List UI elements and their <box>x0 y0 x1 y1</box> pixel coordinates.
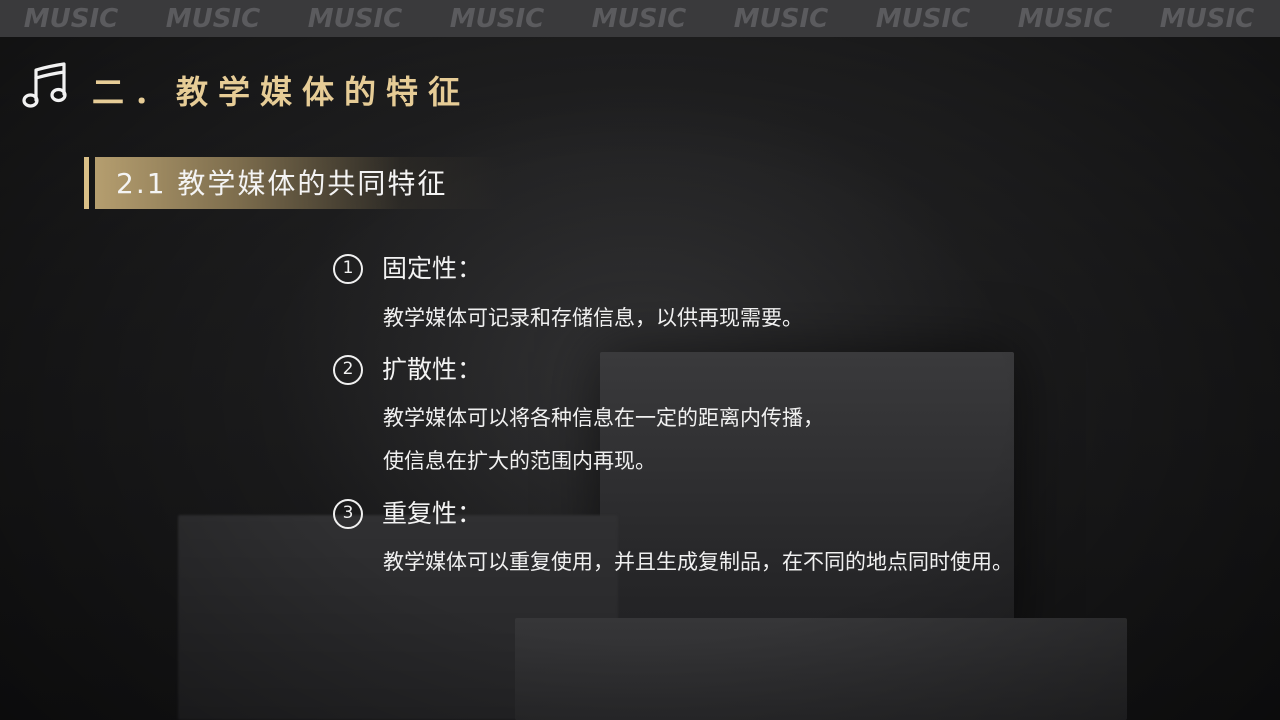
list-item-heading: 2 扩散性： <box>330 349 482 389</box>
circled-number: 2 <box>333 354 363 385</box>
circled-number: 3 <box>333 498 363 529</box>
item-title: 扩散性： <box>382 354 483 384</box>
item-description: 教学媒体可以将各种信息在一定的距离内传播， <box>383 406 824 430</box>
item-title: 固定性： <box>382 253 483 283</box>
subsection-accent-bar <box>84 157 89 209</box>
watermark-band: MUSIC MUSIC MUSIC MUSIC MUSIC MUSIC MUSI… <box>0 0 1280 37</box>
watermark-word: MUSIC <box>307 3 403 34</box>
watermark-word: MUSIC <box>733 3 829 34</box>
section-title: 二．教学媒体的特征 <box>92 73 471 111</box>
watermark-word: MUSIC <box>591 3 687 34</box>
list-item-heading: 1 固定性： <box>330 248 482 288</box>
watermark-word: MUSIC <box>1159 3 1255 34</box>
item-description: 教学媒体可以重复使用，并且生成复制品，在不同的地点同时使用。 <box>383 550 1013 574</box>
watermark-word: MUSIC <box>23 3 119 34</box>
music-note-icon <box>22 62 67 108</box>
item-title: 重复性： <box>382 498 483 528</box>
circled-number: 1 <box>333 253 363 284</box>
watermark-word: MUSIC <box>449 3 545 34</box>
watermark-word: MUSIC <box>165 3 261 34</box>
watermark-word: MUSIC <box>875 3 971 34</box>
list-item-heading: 3 重复性： <box>330 493 482 533</box>
item-description: 使信息在扩大的范围内再现。 <box>383 449 656 473</box>
subsection-title: 2.1 教学媒体的共同特征 <box>116 167 448 200</box>
watermark-word: MUSIC <box>1017 3 1113 34</box>
item-description: 教学媒体可记录和存储信息，以供再现需要。 <box>383 306 803 330</box>
subsection-header: 2.1 教学媒体的共同特征 <box>84 157 504 209</box>
